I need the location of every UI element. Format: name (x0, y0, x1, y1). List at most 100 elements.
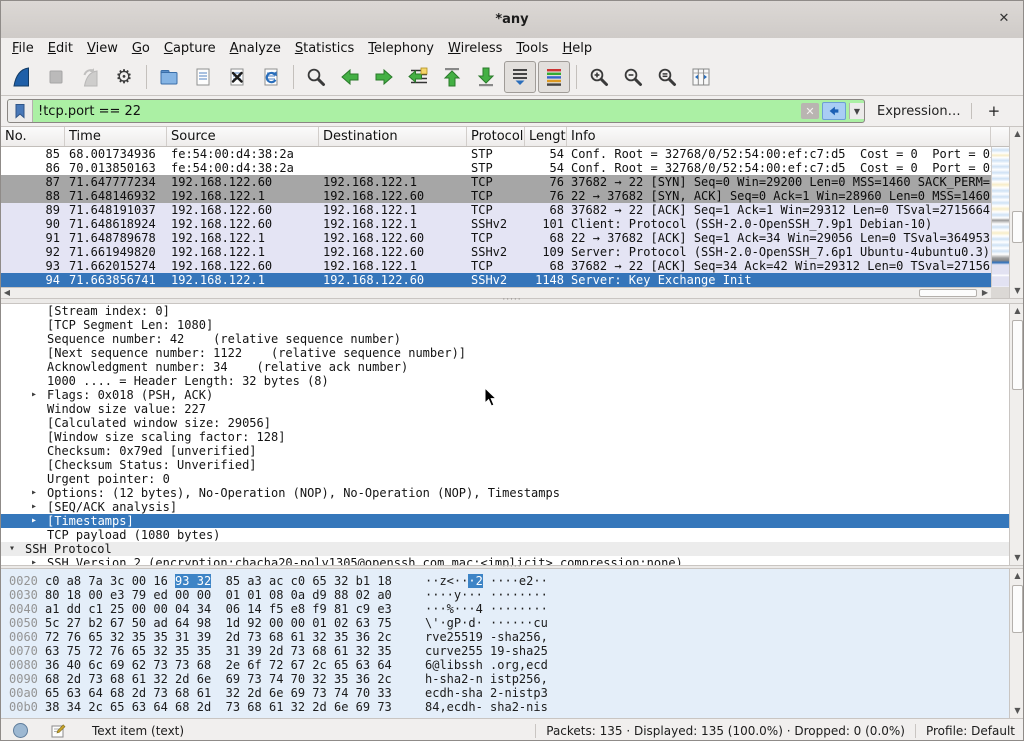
zoom-in-button[interactable] (583, 61, 615, 93)
hex-ascii[interactable]: h-sha2-n istp256, (425, 672, 548, 686)
hex-bytes[interactable]: 80 18 00 e3 79 ed 00 00 01 01 08 0a d9 8… (45, 588, 392, 602)
file-open-button[interactable] (153, 61, 185, 93)
go-back-button[interactable] (334, 61, 366, 93)
zoom-out-button[interactable] (617, 61, 649, 93)
reload-button[interactable] (255, 61, 287, 93)
packet-row-94[interactable]: 9471.663856741192.168.122.1192.168.122.6… (1, 273, 991, 287)
column-header-length[interactable]: Length (525, 127, 567, 146)
packet-row-88[interactable]: 8871.648146932192.168.122.1192.168.122.6… (1, 189, 991, 203)
scroll-down-icon[interactable]: ▼ (1010, 551, 1024, 565)
menu-go[interactable]: Go (125, 40, 157, 57)
detail-line[interactable]: [Calculated window size: 29056] (1, 416, 1009, 430)
hex-row-00b0[interactable]: 00b038 34 2c 65 63 64 68 2d 73 68 61 32 … (1, 700, 1009, 714)
column-header-no[interactable]: No. (1, 127, 65, 146)
expression-button[interactable]: Expression… (877, 104, 961, 119)
capture-options-button[interactable]: ⚙ (108, 61, 140, 93)
detail-line[interactable]: Window size value: 227 (1, 402, 1009, 416)
packet-row-92[interactable]: 9271.661949820192.168.122.1192.168.122.6… (1, 245, 991, 259)
detail-line[interactable]: [TCP Segment Len: 1080] (1, 318, 1009, 332)
menu-view[interactable]: View (80, 40, 125, 57)
column-header-info[interactable]: Info (567, 127, 991, 146)
scrollbar-thumb[interactable] (1012, 585, 1023, 633)
detail-line[interactable]: ▸[Timestamps] (1, 514, 1009, 528)
collapse-icon[interactable]: ▾ (9, 542, 25, 556)
detail-line[interactable]: [Checksum Status: Unverified] (1, 458, 1009, 472)
title-bar[interactable]: *any ✕ (1, 1, 1023, 39)
hex-bytes[interactable]: 72 76 65 32 35 35 31 39 2d 73 68 61 32 3… (45, 630, 392, 644)
filter-clear-button[interactable]: ✕ (801, 103, 819, 119)
close-icon[interactable]: ✕ (995, 10, 1013, 28)
hex-row-0090[interactable]: 009068 2d 73 68 61 32 2d 6e 69 73 74 70 … (1, 672, 1009, 686)
scroll-right-icon[interactable]: ▶ (979, 288, 991, 298)
hex-row-0080[interactable]: 008036 40 6c 69 62 73 73 68 2e 6f 72 67 … (1, 658, 1009, 672)
scrollbar-thumb[interactable] (1012, 211, 1023, 243)
display-filter-input[interactable] (33, 101, 801, 121)
hex-ascii[interactable]: curve255 19-sha25 (425, 644, 548, 658)
go-to-packet-button[interactable] (402, 61, 434, 93)
hscrollbar-thumb[interactable] (919, 289, 977, 297)
detail-line[interactable]: [Stream index: 0] (1, 304, 1009, 318)
detail-line[interactable]: Urgent pointer: 0 (1, 472, 1009, 486)
scroll-up-icon[interactable]: ▲ (1010, 569, 1024, 583)
hex-ascii[interactable]: ecdh-sha 2-nistp3 (425, 686, 548, 700)
capture-stop-button[interactable] (40, 61, 72, 93)
hex-row-0020[interactable]: 0020c0 a8 7a 3c 00 16 93 32 85 a3 ac c0 … (1, 574, 1009, 588)
hex-row-0070[interactable]: 007063 75 72 76 65 32 35 35 31 39 2d 73 … (1, 644, 1009, 658)
filter-apply-button[interactable] (822, 102, 846, 120)
column-header-source[interactable]: Source (167, 127, 319, 146)
filter-add-button[interactable]: + (982, 102, 1007, 120)
hex-ascii[interactable]: 6@libssh .org,ecd (425, 658, 548, 672)
packet-row-91[interactable]: 9171.648789678192.168.122.1192.168.122.6… (1, 231, 991, 245)
menu-capture[interactable]: Capture (157, 40, 223, 57)
scroll-up-icon[interactable]: ▲ (1010, 127, 1024, 141)
hex-ascii[interactable]: ··z<···2 ····e2·· (425, 574, 548, 588)
packet-list-header[interactable]: No.TimeSourceDestinationProtocolLengthIn… (1, 127, 991, 147)
profile-status[interactable]: Profile: Default (926, 724, 1015, 738)
detail-line[interactable]: ▾SSH Protocol (1, 542, 1009, 556)
hex-ascii[interactable]: rve25519 -sha256, (425, 630, 548, 644)
detail-line[interactable]: ▸[SEQ/ACK analysis] (1, 500, 1009, 514)
hex-bytes[interactable]: 63 75 72 76 65 32 35 35 31 39 2d 73 68 6… (45, 644, 392, 658)
menu-telephony[interactable]: Telephony (361, 40, 441, 57)
resize-columns-button[interactable] (685, 61, 717, 93)
hex-row-0030[interactable]: 003080 18 00 e3 79 ed 00 00 01 01 08 0a … (1, 588, 1009, 602)
packet-list-minimap[interactable] (991, 147, 1009, 298)
menu-edit[interactable]: Edit (41, 40, 80, 57)
detail-line[interactable]: [Next sequence number: 1122 (relative se… (1, 346, 1009, 360)
capture-comment-icon[interactable] (50, 723, 66, 739)
capture-restart-button[interactable] (74, 61, 106, 93)
packet-row-93[interactable]: 9371.662015274192.168.122.60192.168.122.… (1, 259, 991, 273)
file-save-button[interactable] (187, 61, 219, 93)
packet-list-hscrollbar[interactable]: ◀ ▶ (1, 287, 991, 298)
capture-start-button[interactable] (6, 61, 38, 93)
hex-bytes[interactable]: a1 dd c1 25 00 00 04 34 06 14 f5 e8 f9 8… (45, 602, 392, 616)
hex-bytes[interactable]: c0 a8 7a 3c 00 16 93 32 85 a3 ac c0 65 3… (45, 574, 392, 588)
scroll-down-icon[interactable]: ▼ (1010, 284, 1024, 298)
hex-bytes[interactable]: 5c 27 b2 67 50 ad 64 98 1d 92 00 00 01 0… (45, 616, 392, 630)
detail-line[interactable]: ▸Flags: 0x018 (PSH, ACK) (1, 388, 1009, 402)
expand-icon[interactable]: ▸ (31, 486, 47, 500)
packet-row-89[interactable]: 8971.648191037192.168.122.60192.168.122.… (1, 203, 991, 217)
hex-ascii[interactable]: 84,ecdh- sha2-nis (425, 700, 548, 714)
menu-help[interactable]: Help (555, 40, 599, 57)
scroll-up-icon[interactable]: ▲ (1010, 304, 1024, 318)
scroll-left-icon[interactable]: ◀ (1, 288, 13, 298)
expand-icon[interactable]: ▸ (31, 514, 47, 528)
bytes-scrollbar[interactable]: ▲ ▼ (1009, 569, 1024, 718)
hex-bytes[interactable]: 65 63 64 68 2d 73 68 61 32 2d 6e 69 73 7… (45, 686, 392, 700)
go-to-bottom-button[interactable] (470, 61, 502, 93)
detail-line[interactable]: ▸Options: (12 bytes), No-Operation (NOP)… (1, 486, 1009, 500)
packet-row-85[interactable]: 8568.001734936fe:54:00:d4:38:2aSTP54Conf… (1, 147, 991, 161)
detail-line[interactable]: [Window size scaling factor: 128] (1, 430, 1009, 444)
menu-statistics[interactable]: Statistics (288, 40, 361, 57)
filter-bookmark-button[interactable] (8, 100, 33, 122)
scrollbar-thumb[interactable] (1012, 320, 1023, 390)
hex-row-0040[interactable]: 0040a1 dd c1 25 00 00 04 34 06 14 f5 e8 … (1, 602, 1009, 616)
expand-icon[interactable]: ▸ (31, 388, 47, 402)
menu-tools[interactable]: Tools (509, 40, 555, 57)
find-packet-button[interactable] (300, 61, 332, 93)
column-header-protocol[interactable]: Protocol (467, 127, 525, 146)
hex-ascii[interactable]: ···%···4 ········ (425, 602, 548, 616)
hex-row-0050[interactable]: 00505c 27 b2 67 50 ad 64 98 1d 92 00 00 … (1, 616, 1009, 630)
file-close-button[interactable] (221, 61, 253, 93)
